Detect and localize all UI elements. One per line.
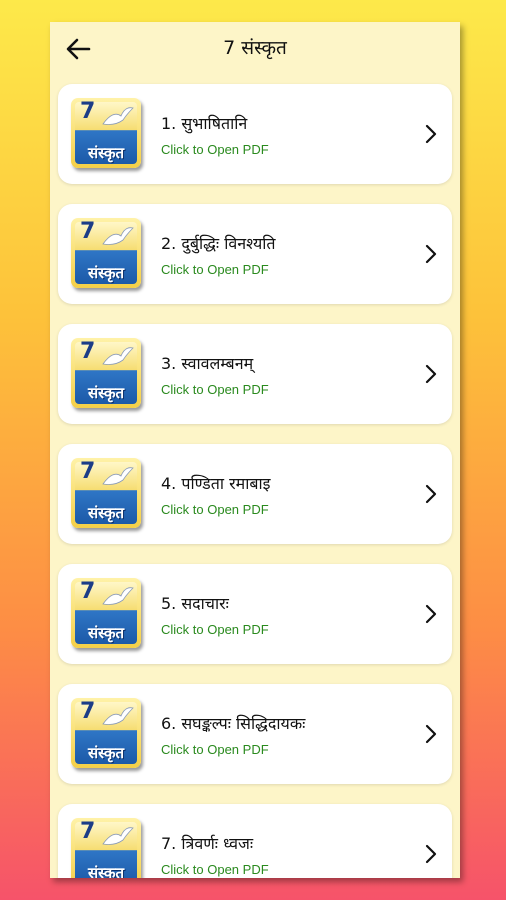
bird-icon	[102, 707, 134, 725]
chevron-right-icon	[425, 124, 437, 144]
bird-icon	[102, 827, 134, 845]
thumbnail-number: 7	[80, 819, 96, 844]
thumbnail-number: 7	[80, 579, 96, 604]
list-item[interactable]: 7 संस्कृत 7. त्रिवर्णः ध्वजः Click to Op…	[58, 804, 452, 878]
bird-icon	[102, 347, 134, 365]
book-thumbnail: 7 संस्कृत	[71, 698, 141, 768]
list-item[interactable]: 7 संस्कृत 6. सघङ्कल्पः सिद्धिदायकः Click…	[58, 684, 452, 784]
list-item[interactable]: 7 संस्कृत 1. सुभाषितानि Click to Open PD…	[58, 84, 452, 184]
thumbnail-word: संस्कृत	[87, 744, 125, 762]
thumbnail-word: संस्कृत	[87, 864, 125, 878]
app-bar: 7 संस्कृत	[50, 22, 460, 76]
lesson-title: 6. सघङ्कल्पः सिद्धिदायकः	[161, 714, 306, 733]
lesson-title: 5. सदाचारः	[161, 594, 229, 613]
open-pdf-link[interactable]: Click to Open PDF	[161, 862, 269, 877]
lesson-title: 2. दुर्बुद्धिः विनश्यति	[161, 234, 276, 253]
list-item[interactable]: 7 संस्कृत 3. स्वावलम्बनम् Click to Open …	[58, 324, 452, 424]
chevron-right-icon	[425, 484, 437, 504]
book-thumbnail: 7 संस्कृत	[71, 458, 141, 528]
page-title: 7 संस्कृत	[223, 37, 287, 59]
thumbnail-word: संस्कृत	[87, 144, 125, 162]
book-thumbnail: 7 संस्कृत	[71, 98, 141, 168]
book-thumbnail: 7 संस्कृत	[71, 218, 141, 288]
app-screen: 7 संस्कृत 7 संस्कृत 1. सुभाषितानि Click …	[50, 22, 460, 878]
list-item[interactable]: 7 संस्कृत 4. पण्डिता रमाबाइ Click to Ope…	[58, 444, 452, 544]
lesson-title: 4. पण्डिता रमाबाइ	[161, 474, 271, 493]
bird-icon	[102, 227, 134, 245]
open-pdf-link[interactable]: Click to Open PDF	[161, 742, 269, 757]
thumbnail-number: 7	[80, 219, 96, 244]
open-pdf-link[interactable]: Click to Open PDF	[161, 382, 269, 397]
chevron-right-icon	[425, 844, 437, 864]
thumbnail-number: 7	[80, 699, 96, 724]
thumbnail-word: संस्कृत	[87, 504, 125, 522]
book-thumbnail: 7 संस्कृत	[71, 338, 141, 408]
list-item[interactable]: 7 संस्कृत 5. सदाचारः Click to Open PDF	[58, 564, 452, 664]
open-pdf-link[interactable]: Click to Open PDF	[161, 622, 269, 637]
book-thumbnail: 7 संस्कृत	[71, 818, 141, 878]
thumbnail-number: 7	[80, 339, 96, 364]
chevron-right-icon	[425, 604, 437, 624]
lesson-title: 7. त्रिवर्णः ध्वजः	[161, 834, 254, 853]
chevron-right-icon	[425, 724, 437, 744]
list-item[interactable]: 7 संस्कृत 2. दुर्बुद्धिः विनश्यति Click …	[58, 204, 452, 304]
thumbnail-word: संस्कृत	[87, 384, 125, 402]
thumbnail-number: 7	[80, 459, 96, 484]
open-pdf-link[interactable]: Click to Open PDF	[161, 262, 269, 277]
bird-icon	[102, 587, 134, 605]
thumbnail-number: 7	[80, 99, 96, 124]
chevron-right-icon	[425, 244, 437, 264]
bird-icon	[102, 467, 134, 485]
chevron-right-icon	[425, 364, 437, 384]
thumbnail-word: संस्कृत	[87, 624, 125, 642]
lesson-title: 3. स्वावलम्बनम्	[161, 354, 254, 373]
open-pdf-link[interactable]: Click to Open PDF	[161, 502, 269, 517]
open-pdf-link[interactable]: Click to Open PDF	[161, 142, 269, 157]
thumbnail-word: संस्कृत	[87, 264, 125, 282]
book-thumbnail: 7 संस्कृत	[71, 578, 141, 648]
lesson-title: 1. सुभाषितानि	[161, 114, 248, 133]
bird-icon	[102, 107, 134, 125]
